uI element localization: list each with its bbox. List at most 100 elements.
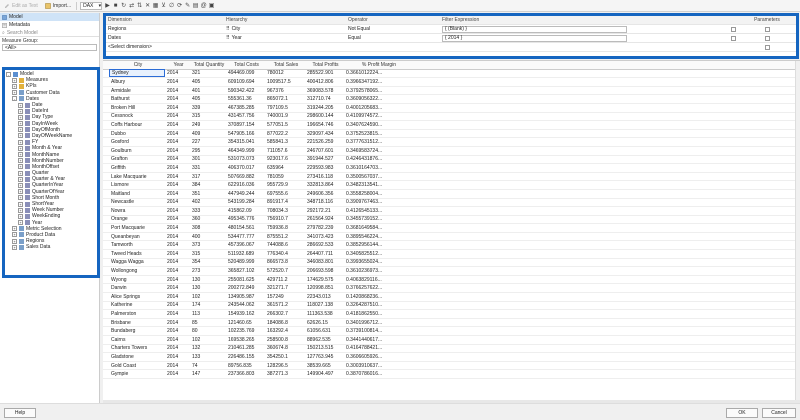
cell-city[interactable]: Armidale: [109, 88, 165, 94]
cell-total-quantity[interactable]: 133: [190, 354, 226, 360]
expand-icon[interactable]: +: [18, 213, 23, 219]
column-header-total-costs[interactable]: Total Costs: [226, 62, 265, 68]
cell-year[interactable]: 2014: [165, 251, 190, 257]
metadata-tab[interactable]: Metadata: [0, 21, 99, 29]
cell-total-quantity[interactable]: 132: [190, 345, 226, 351]
cell-city[interactable]: Griffith: [109, 165, 165, 171]
table-row[interactable]: Nowra 2014 333 415862.09 708034.3 292172.21 0.…: [103, 207, 800, 216]
cell-total-profits[interactable]: 206693.598: [305, 268, 344, 274]
cell-total-sales[interactable]: 266302.7: [265, 311, 305, 317]
cell-profit-margin[interactable]: 0.3469583724...: [344, 148, 412, 154]
cell-year[interactable]: 2014: [165, 122, 190, 128]
cell-total-costs[interactable]: 154939.162: [226, 311, 265, 317]
cell-profit-margin[interactable]: 0.4181862550...: [344, 311, 412, 317]
cell-total-costs[interactable]: 590342.422: [226, 88, 265, 94]
cell-year[interactable]: 2014: [165, 191, 190, 197]
cell-year[interactable]: 2014: [165, 105, 190, 111]
cell-total-sales[interactable]: 258500.8: [265, 337, 305, 343]
cell-total-sales[interactable]: 708034.3: [265, 208, 305, 214]
expand-icon[interactable]: +: [18, 145, 23, 151]
table-row[interactable]: Port Macquarie 2014 308 480154.561 759936.8 2…: [103, 224, 800, 233]
expand-icon[interactable]: +: [18, 152, 23, 158]
cell-city[interactable]: Katherine: [109, 302, 165, 308]
cell-total-quantity[interactable]: 102: [190, 294, 226, 300]
cell-profit-margin[interactable]: 0.3993655024...: [344, 259, 412, 265]
cell-profit-margin[interactable]: 0.4109974572...: [344, 113, 412, 119]
filter-expression-checkbox[interactable]: [731, 35, 736, 41]
expand-icon[interactable]: +: [18, 182, 23, 188]
filter-expression-cell[interactable]: { 2014 }: [440, 34, 740, 42]
cancel-query-icon[interactable]: ■: [113, 3, 118, 9]
table-row[interactable]: Coffs Harbour 2014 249 370897.154 577051.5 19…: [103, 121, 800, 130]
cell-year[interactable]: 2014: [165, 199, 190, 205]
table-row[interactable]: Gladstone 2014 133 226486.155 354250.1 127763…: [103, 353, 800, 362]
cell-total-quantity[interactable]: 405: [190, 96, 226, 102]
table-row[interactable]: Gosford 2014 227 354315.041 585841.3 221526.2…: [103, 138, 800, 147]
cell-total-quantity[interactable]: 339: [190, 105, 226, 111]
cell-total-costs[interactable]: 622916.036: [226, 182, 265, 188]
cell-total-sales[interactable]: 740001.9: [265, 113, 305, 119]
cell-total-sales[interactable]: 744088.6: [265, 242, 305, 248]
cell-total-quantity[interactable]: 331: [190, 165, 226, 171]
cell-total-sales[interactable]: 776340.4: [265, 251, 305, 257]
expand-icon[interactable]: +: [18, 139, 23, 145]
expand-icon[interactable]: +: [18, 201, 23, 207]
cell-profit-margin[interactable]: 0.3909767463...: [344, 199, 412, 205]
cell-total-sales[interactable]: 797109.5: [265, 105, 305, 111]
cell-total-costs[interactable]: 547905.166: [226, 131, 265, 137]
cell-total-quantity[interactable]: 85: [190, 320, 226, 326]
cell-year[interactable]: 2014: [165, 277, 190, 283]
cell-profit-margin[interactable]: 0.3609056322...: [344, 96, 412, 102]
cell-year[interactable]: 2014: [165, 242, 190, 248]
cell-city[interactable]: Darwin: [109, 285, 165, 291]
cell-city[interactable]: Wagga Wagga: [109, 259, 165, 265]
column-header-total-quantity[interactable]: Total Quantity: [190, 62, 226, 68]
cell-total-costs[interactable]: 467385.285: [226, 105, 265, 111]
cell-total-sales[interactable]: 875551.2: [265, 234, 305, 240]
cell-city[interactable]: Bundaberg: [109, 328, 165, 334]
cell-profit-margin[interactable]: 0.3606605926...: [344, 354, 412, 360]
cell-year[interactable]: 2014: [165, 131, 190, 137]
cell-total-quantity[interactable]: 273: [190, 268, 226, 274]
cell-profit-margin[interactable]: 0.3752523815...: [344, 131, 412, 137]
cell-total-profits[interactable]: 229593.983: [305, 165, 344, 171]
cell-profit-margin[interactable]: 0.3766257622...: [344, 285, 412, 291]
cell-city[interactable]: Gosford: [109, 139, 165, 145]
table-row[interactable]: Tamworth 2014 373 457396.067 744088.6 286692.…: [103, 241, 800, 251]
cell-total-profits[interactable]: 312710.74: [305, 96, 344, 102]
cell-total-quantity[interactable]: 402: [190, 199, 226, 205]
cell-total-sales[interactable]: 163292.4: [265, 328, 305, 334]
column-header-profit-margin[interactable]: % Profit Margin: [344, 62, 412, 68]
cell-total-sales[interactable]: 866573.8: [265, 259, 305, 265]
cell-total-quantity[interactable]: 409: [190, 131, 226, 137]
cell-profit-margin[interactable]: 0.3455739152...: [344, 216, 412, 222]
cell-total-costs[interactable]: 507669.882: [226, 174, 265, 180]
table-row[interactable]: Lake Macquarie 2014 317 507669.882 781059 273…: [103, 173, 800, 182]
cell-total-costs[interactable]: 464349.999: [226, 148, 265, 154]
cell-year[interactable]: 2014: [165, 139, 190, 145]
cell-total-sales[interactable]: 635964: [265, 165, 305, 171]
table-row[interactable]: Tweed Heads 2014 315 511932.689 776340.4 2644…: [103, 250, 800, 259]
table-row[interactable]: Grafton 2014 301 531073.073 923017.6 391944.5…: [103, 156, 800, 165]
cell-total-profits[interactable]: 292172.21: [305, 208, 344, 214]
cell-total-costs[interactable]: 365827.102: [226, 268, 265, 274]
cell-year[interactable]: 2014: [165, 354, 190, 360]
cell-total-sales[interactable]: 157249: [265, 294, 305, 300]
parameters-icon[interactable]: @: [201, 3, 207, 9]
cell-city[interactable]: Gold Coast: [109, 363, 165, 369]
filter-row-new[interactable]: <Select dimension>: [106, 43, 796, 52]
table-row[interactable]: Wollongong 2014 273 365827.102 572520.7 20669…: [103, 267, 800, 276]
cell-city[interactable]: Alice Springs: [109, 294, 165, 300]
cell-total-profits[interactable]: 400412.806: [305, 79, 344, 85]
cell-total-costs[interactable]: 237366.803: [226, 371, 265, 377]
cell-total-quantity[interactable]: 354: [190, 259, 226, 265]
expand-icon[interactable]: +: [18, 102, 23, 108]
cell-total-quantity[interactable]: 80: [190, 328, 226, 334]
table-row[interactable]: Alice Springs 2014 102 134905.987 157249 2234…: [103, 293, 800, 302]
cell-total-quantity[interactable]: 315: [190, 251, 226, 257]
filter-icon[interactable]: ⊻: [161, 3, 166, 9]
cell-profit-margin[interactable]: 0.3610236973...: [344, 268, 412, 274]
cell-profit-margin[interactable]: 0.4063829116...: [344, 277, 412, 283]
filter-dimension-cell[interactable]: Regions: [106, 25, 224, 33]
cell-total-profits[interactable]: 273416.118: [305, 174, 344, 180]
